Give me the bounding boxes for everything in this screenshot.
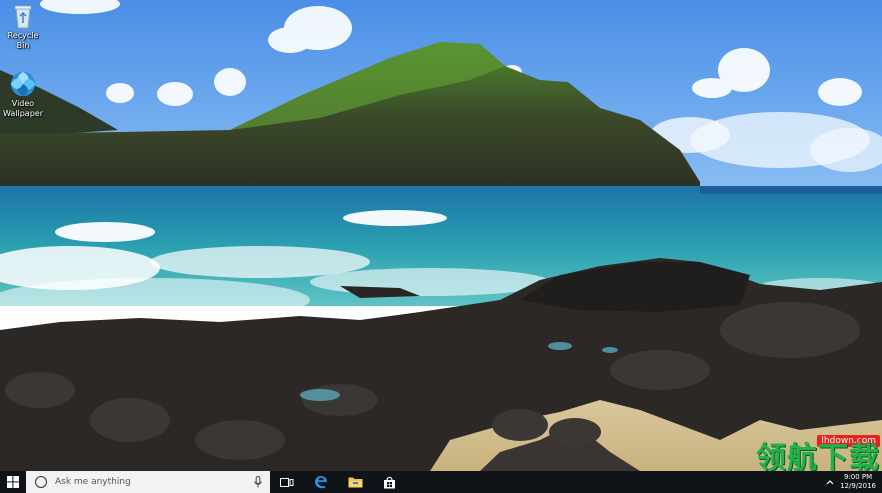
video-wallpaper-icon — [9, 70, 37, 98]
search-placeholder: Ask me anything — [55, 477, 131, 487]
cortana-icon — [35, 476, 47, 488]
desktop-icon-recycle-bin[interactable]: Recycle Bin — [0, 2, 46, 51]
wallpaper-image — [0, 0, 882, 471]
edge-icon — [315, 476, 327, 489]
task-view-button[interactable] — [270, 471, 304, 493]
clock-date: 12/9/2016 — [840, 482, 876, 490]
clock-time: 9:00 PM — [843, 473, 873, 481]
windows-logo-icon — [7, 476, 19, 488]
desktop-icon-label: Recycle Bin — [7, 31, 39, 50]
store-icon — [383, 476, 395, 488]
task-view-icon — [280, 477, 294, 487]
system-tray: 9:00 PM 12/9/2016 — [826, 471, 882, 493]
desktop-icon-label: Video Wallpaper — [2, 99, 43, 118]
edge-button[interactable] — [304, 471, 338, 493]
file-explorer-button[interactable] — [338, 471, 372, 493]
taskbar: Ask me anything 9:00 PM 12/9/2016 — [0, 471, 882, 493]
file-explorer-icon — [348, 477, 362, 488]
recycle-bin-icon — [9, 2, 37, 30]
store-button[interactable] — [372, 471, 406, 493]
search-input[interactable]: Ask me anything — [26, 471, 270, 493]
watermark-brand: 领航下载 — [756, 441, 880, 471]
desktop-icon-video-wallpaper[interactable]: Video Wallpaper — [0, 70, 46, 119]
start-button[interactable] — [0, 471, 26, 493]
microphone-icon[interactable] — [254, 476, 262, 488]
notification-chevron-icon[interactable] — [826, 479, 834, 485]
clock[interactable]: 9:00 PM 12/9/2016 — [840, 473, 876, 491]
desktop: Recycle Bin Video Wallpaper lhdown.com 领… — [0, 0, 882, 471]
